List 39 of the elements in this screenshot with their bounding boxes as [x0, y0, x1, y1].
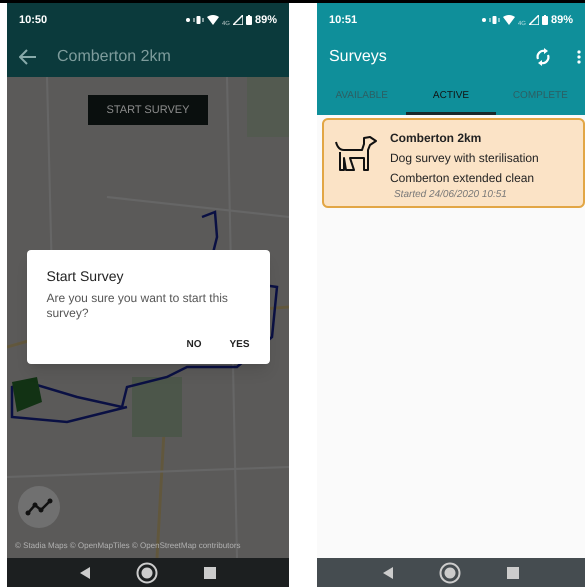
dialog-button[interactable]: YES [229, 337, 250, 352]
status-time: 10:50 [19, 12, 48, 28]
map-attribution: © Stadia Maps © OpenMapTiles © OpenStreetMap contributors [15, 540, 242, 552]
recents-icon[interactable] [507, 566, 519, 578]
survey-location: Comberton extended clean [390, 170, 536, 187]
refresh-icon[interactable] [535, 48, 551, 66]
dot-icon [482, 18, 486, 22]
home-icon[interactable] [136, 562, 158, 584]
survey-started: Started 24/06/2020 10:51 [393, 188, 508, 202]
battery-level: 89% [550, 12, 573, 28]
signal-icon [528, 15, 539, 25]
recents-icon[interactable] [204, 566, 216, 578]
wifi-icon [502, 15, 515, 25]
dog-icon [334, 136, 378, 172]
vibrate-icon [488, 15, 500, 25]
wifi-icon [206, 15, 219, 25]
signal-icon [232, 15, 243, 25]
battery-icon [542, 15, 548, 25]
survey-description: Dog survey with sterilisation [390, 150, 539, 167]
status-time: 10:51 [329, 12, 358, 28]
dot-icon [186, 18, 190, 22]
app-bar-title: Surveys [329, 47, 387, 67]
start-survey-button[interactable]: START SURVEY [88, 95, 208, 125]
back-icon[interactable] [80, 566, 90, 578]
home-icon[interactable] [439, 562, 461, 584]
battery-icon [246, 15, 252, 25]
battery-level: 89% [254, 12, 277, 28]
route-icon [25, 498, 53, 516]
survey-title: Comberton 2km [390, 130, 482, 147]
back-arrow-icon[interactable] [19, 49, 37, 65]
back-icon[interactable] [383, 566, 393, 578]
more-options-icon[interactable] [577, 50, 581, 64]
dialog-button[interactable]: NO [186, 337, 202, 352]
tab[interactable]: ACTIVE [406, 77, 496, 115]
dialog-message: Are you sure you want to start this survey? [46, 291, 229, 321]
app-bar-title: Comberton 2km [57, 47, 171, 67]
dialog-title: Start Survey [46, 267, 125, 286]
survey-card[interactable]: Comberton 2km Dog survey with sterilisation Comberton extended clean Started 24/06/2020 10:51 [322, 118, 585, 208]
vibrate-icon [192, 15, 204, 25]
